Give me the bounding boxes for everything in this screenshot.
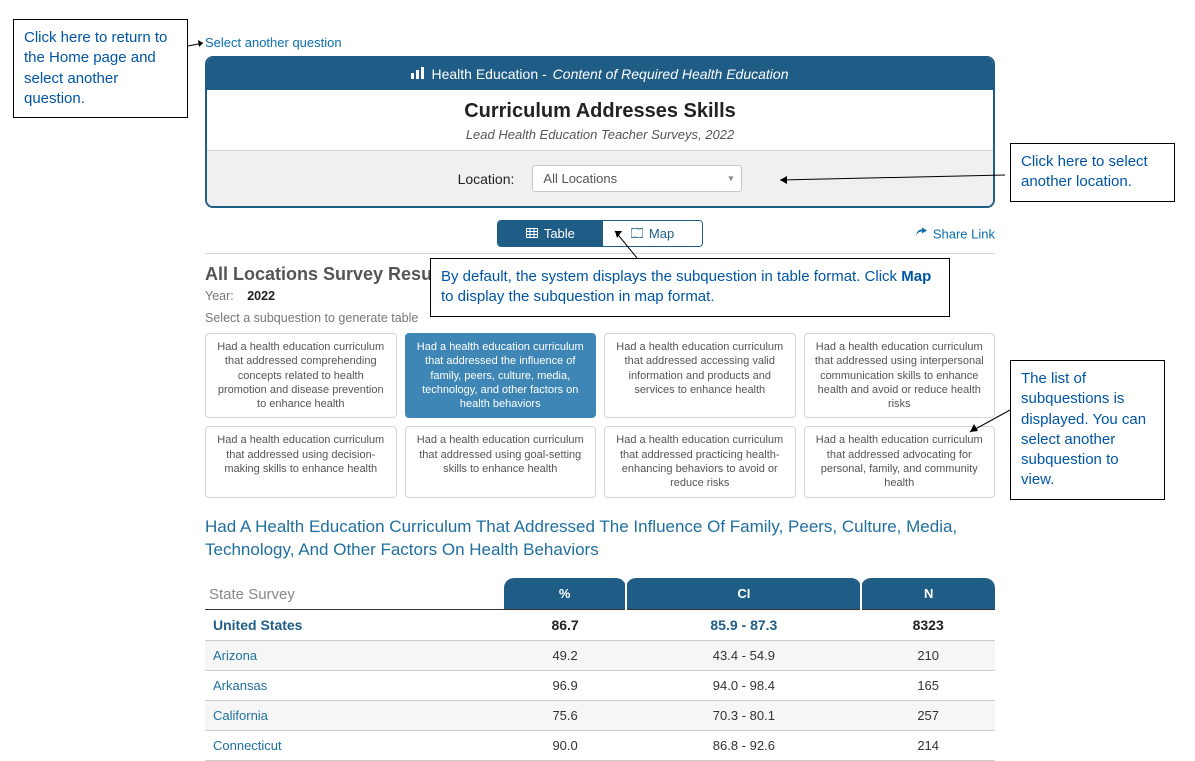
breadcrumb-minor: Content of Required Health Education [553, 66, 789, 82]
annotation-view-mode: By default, the system displays the subq… [430, 258, 950, 317]
pct-cell: 49.2 [504, 640, 627, 670]
location-select-value: All Locations [543, 171, 617, 186]
selected-subquestion-title: Had A Health Education Curriculum That A… [205, 516, 995, 562]
col-pct[interactable]: % [504, 578, 627, 610]
subquestion-grid: Had a health education curriculum that a… [205, 333, 995, 498]
table-row: Connecticut90.086.8 - 92.6214 [205, 730, 995, 760]
share-link[interactable]: Share Link [915, 226, 995, 241]
year-value: 2022 [247, 289, 275, 303]
n-cell: 165 [861, 670, 995, 700]
subquestion-card[interactable]: Had a health education curriculum that a… [405, 333, 597, 418]
n-cell: 8323 [861, 609, 995, 640]
table-icon [526, 226, 538, 241]
ci-cell: 70.3 - 80.1 [626, 700, 861, 730]
annotation-return-home: Click here to return to the Home page an… [13, 19, 188, 118]
state-cell[interactable]: California [205, 700, 504, 730]
chevron-down-icon: ▾ [728, 173, 733, 184]
n-cell: 257 [861, 700, 995, 730]
subquestion-card[interactable]: Had a health education curriculum that a… [205, 333, 397, 418]
col-ci[interactable]: CI [626, 578, 861, 610]
ci-cell: 43.4 - 54.9 [626, 640, 861, 670]
subquestion-card[interactable]: Had a health education curriculum that a… [604, 333, 796, 418]
table-row: Arizona49.243.4 - 54.9210 [205, 640, 995, 670]
view-mode-row: Table Map Share Link [205, 220, 995, 247]
ci-cell: 94.0 - 98.4 [626, 670, 861, 700]
select-another-question-link[interactable]: Select another question [205, 35, 995, 50]
table-row: United States86.785.9 - 87.38323 [205, 609, 995, 640]
subquestion-card[interactable]: Had a health education curriculum that a… [604, 426, 796, 497]
ci-cell: 86.8 - 92.6 [626, 730, 861, 760]
col-n[interactable]: N [861, 578, 995, 610]
location-select[interactable]: All Locations ▾ [532, 165, 742, 192]
share-link-label: Share Link [933, 226, 995, 241]
panel-breadcrumb: Health Education - Content of Required H… [207, 58, 993, 90]
state-cell[interactable]: Connecticut [205, 730, 504, 760]
panel-title: Curriculum Addresses Skills [207, 100, 993, 123]
subquestion-card[interactable]: Had a health education curriculum that a… [205, 426, 397, 497]
panel-title-block: Curriculum Addresses Skills Lead Health … [207, 90, 993, 151]
subquestion-card[interactable]: Had a health education curriculum that a… [804, 333, 996, 418]
results-table: State Survey % CI N United States86.785.… [205, 578, 995, 761]
view-mode-segmented: Table Map [497, 220, 703, 247]
panel-subtitle: Lead Health Education Teacher Surveys, 2… [207, 127, 993, 142]
divider [205, 253, 995, 254]
n-cell: 214 [861, 730, 995, 760]
arrow-return-home [188, 39, 208, 54]
location-label: Location: [458, 171, 515, 187]
arrow-select-location [775, 173, 1010, 188]
col-state[interactable]: State Survey [205, 578, 504, 610]
table-row: California75.670.3 - 80.1257 [205, 700, 995, 730]
pct-cell: 75.6 [504, 700, 627, 730]
breadcrumb-major: Health Education - [431, 66, 546, 82]
pct-cell: 90.0 [504, 730, 627, 760]
state-cell[interactable]: Arizona [205, 640, 504, 670]
arrow-subq-list [965, 410, 1015, 443]
state-cell: United States [205, 609, 504, 640]
tab-map-label: Map [649, 226, 674, 241]
state-cell[interactable]: Arkansas [205, 670, 504, 700]
pct-cell: 96.9 [504, 670, 627, 700]
annotation-subq-list: The list of subquestions is displayed. Y… [1010, 360, 1165, 500]
pct-cell: 86.7 [504, 609, 627, 640]
share-icon [915, 226, 928, 241]
table-row: Arkansas96.994.0 - 98.4165 [205, 670, 995, 700]
n-cell: 210 [861, 640, 995, 670]
subquestion-card[interactable]: Had a health education curriculum that a… [405, 426, 597, 497]
annotation-select-location: Click here to select another location. [1010, 143, 1175, 202]
tab-table-label: Table [544, 226, 575, 241]
chart-icon [411, 66, 425, 82]
year-label: Year: [205, 289, 234, 303]
tab-table[interactable]: Table [498, 221, 603, 246]
ci-cell: 85.9 - 87.3 [626, 609, 861, 640]
